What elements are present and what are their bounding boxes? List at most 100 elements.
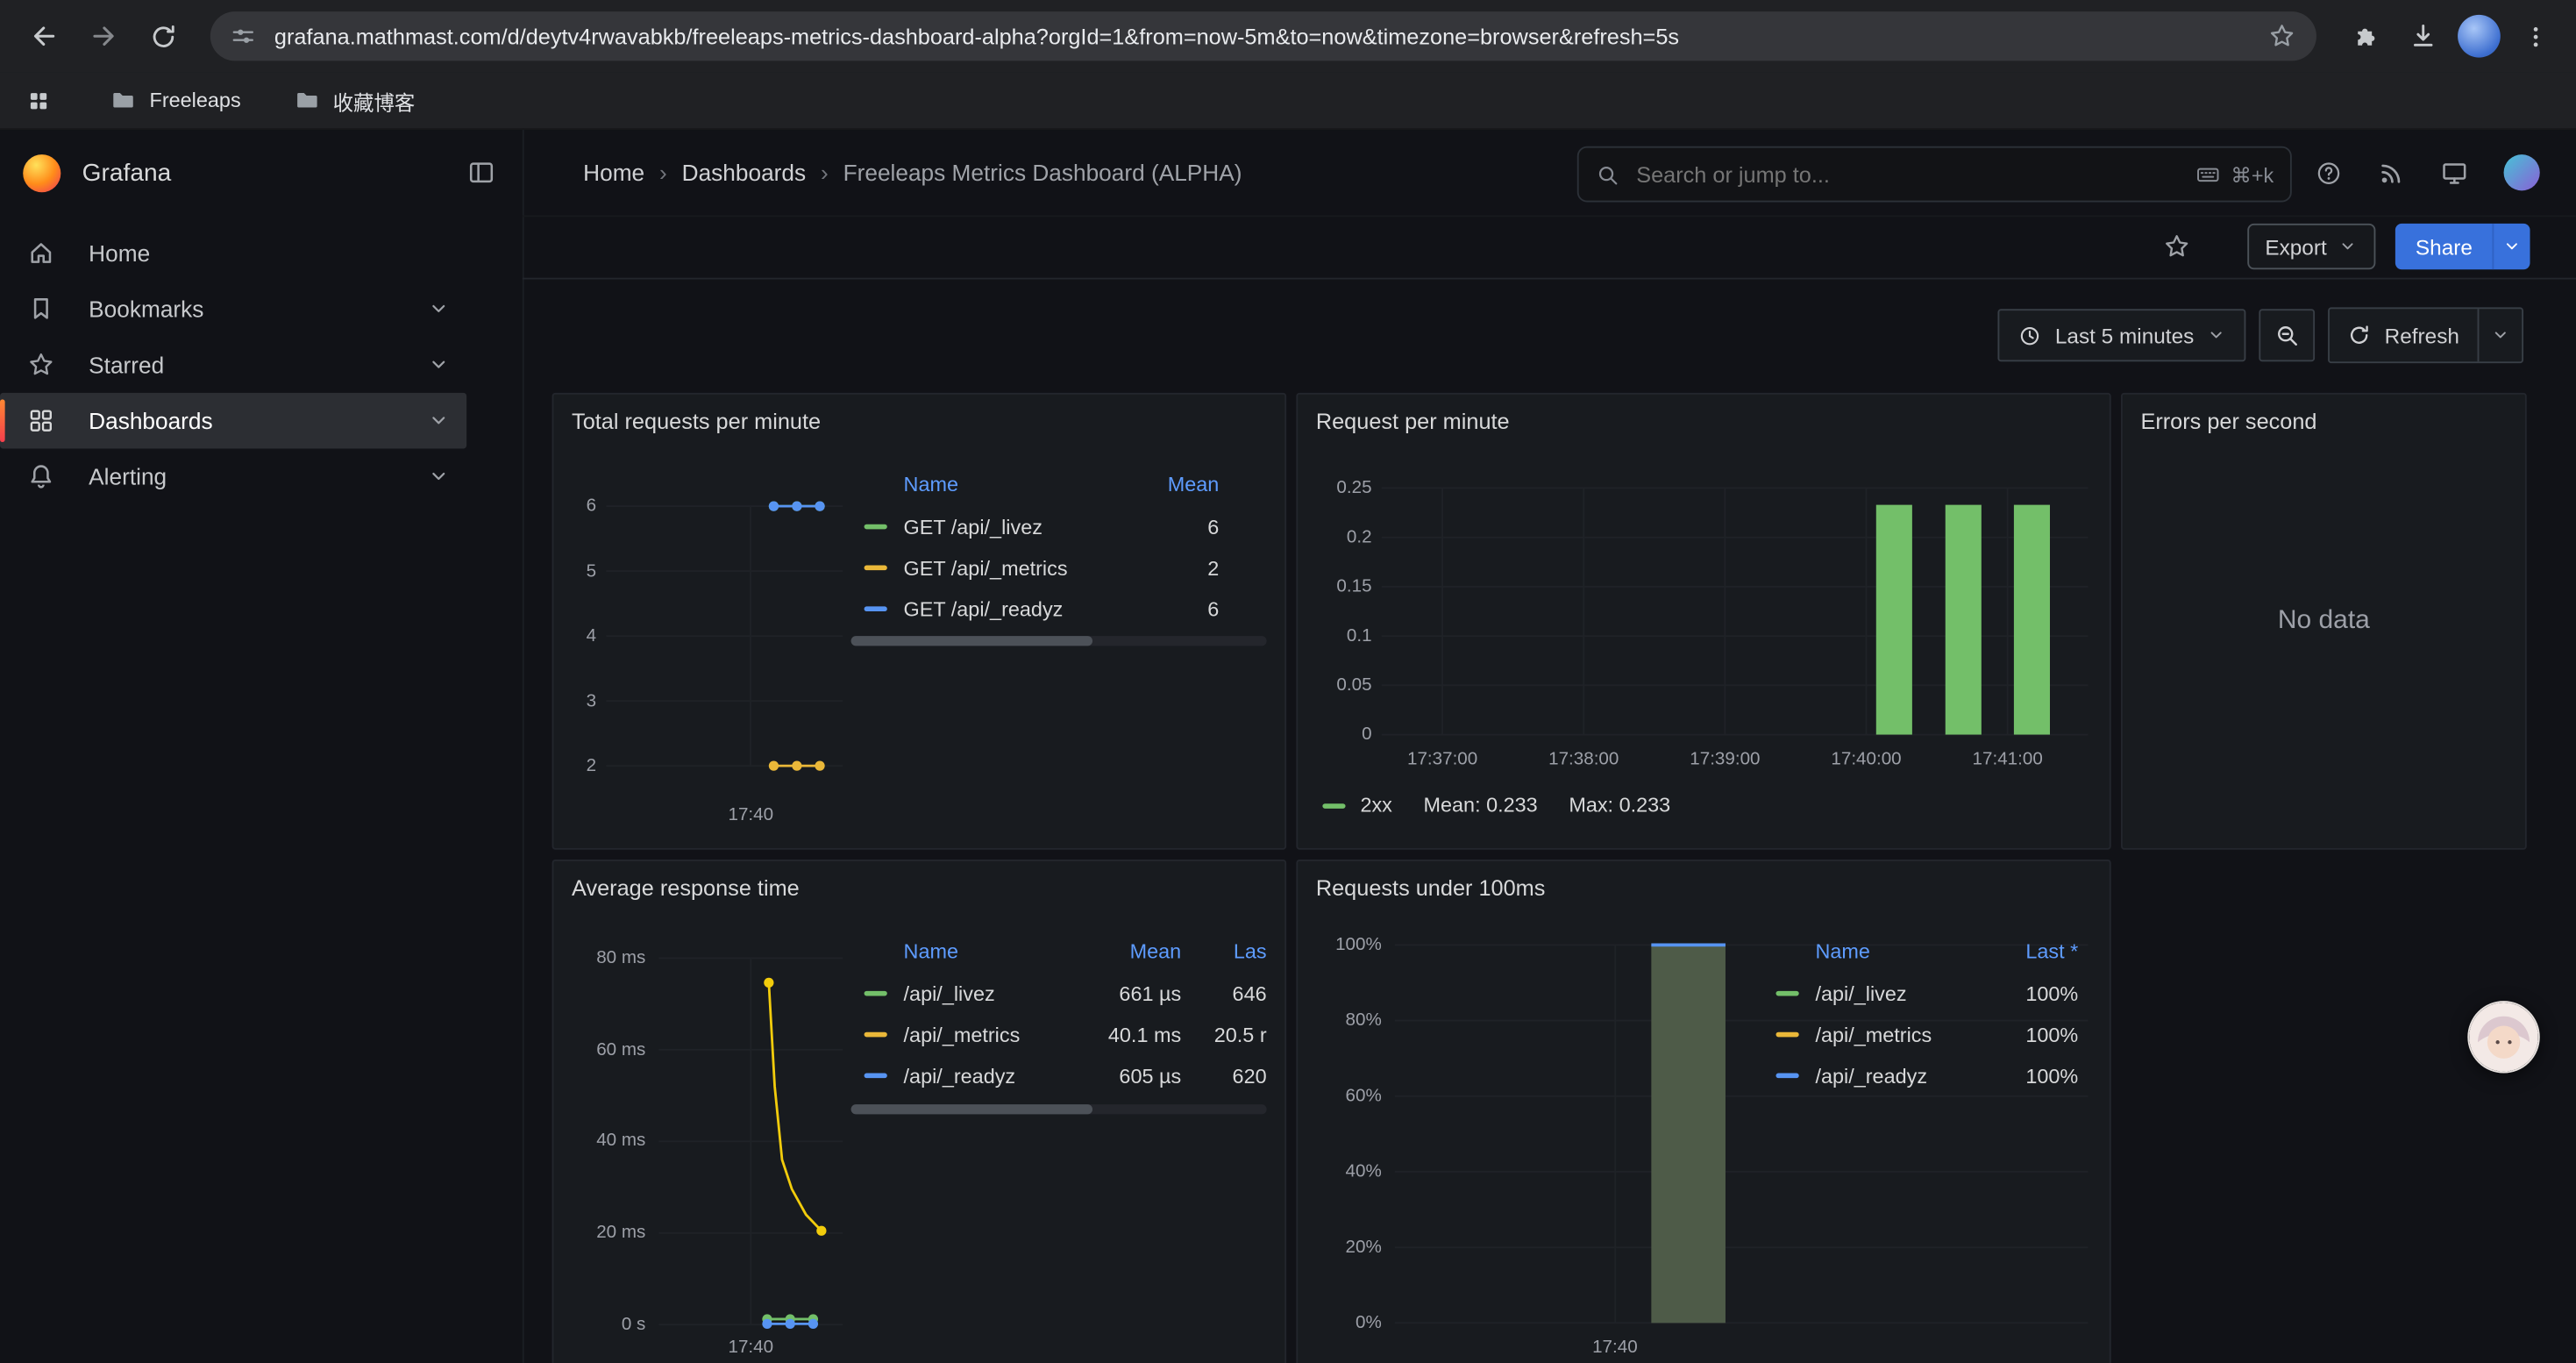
search-box[interactable]: ⌘+k [1577,146,2292,203]
grafana-logo[interactable] [23,153,60,191]
chevron-down-icon [2207,325,2226,345]
panel-title[interactable]: Total requests per minute [572,410,821,434]
browser-profile-avatar[interactable] [2458,15,2501,58]
legend-header-name[interactable]: Name [904,940,1096,963]
export-button[interactable]: Export [2247,224,2376,269]
sidebar-item-starred[interactable]: Starred [0,337,466,393]
legend-scrollbar[interactable] [851,1104,1267,1114]
chevron-down-icon [2338,237,2358,256]
y-axis-tick: 0 s [564,1315,646,1334]
breadcrumb-home[interactable]: Home [583,160,644,186]
address-bar[interactable] [210,11,2316,61]
folder-icon [110,87,137,113]
y-axis-tick: 40% [1307,1162,1381,1181]
legend-header-last[interactable]: Last * [1996,940,2079,963]
y-axis-tick: 4 [557,626,596,646]
apps-grid-icon[interactable] [19,82,55,118]
chevron-down-icon[interactable] [427,410,450,432]
search-input[interactable] [1633,161,2195,189]
series-name[interactable]: /api/_readyz [1815,1064,1996,1087]
legend-header-last[interactable]: Las [1181,940,1266,963]
home-icon [26,239,56,268]
series-name[interactable]: 2xx [1360,794,1391,817]
breadcrumb-dashboards[interactable]: Dashboards [682,160,806,186]
legend-row: /api/_metrics 40.1 ms 20.5 r [865,1014,1267,1055]
time-series-chart[interactable] [606,506,843,766]
chevron-down-icon[interactable] [427,353,450,376]
y-axis-tick: 0.2 [1306,527,1372,546]
back-button[interactable] [19,11,68,61]
site-settings-icon[interactable] [230,23,256,49]
reload-button[interactable] [138,11,187,61]
panel-title[interactable]: Request per minute [1316,410,1510,434]
bar-chart[interactable] [1382,488,2089,734]
sidebar-item-dashboards[interactable]: Dashboards [0,393,466,449]
series-name[interactable]: /api/_metrics [904,1023,1096,1045]
sidebar-item-label: Home [89,240,150,267]
time-range-picker[interactable]: Last 5 minutes [1997,309,2246,361]
series-name[interactable]: /api/_readyz [904,1064,1096,1087]
panel-average-response-time: Average response time 80 ms 60 ms 40 ms … [552,860,1287,1363]
bookmark-star-icon[interactable] [2267,21,2297,51]
y-axis-tick: 0.1 [1306,626,1372,646]
panel-title[interactable]: Requests under 100ms [1316,876,1546,901]
refresh-interval-dropdown[interactable] [2478,309,2523,361]
y-axis-tick: 20% [1307,1238,1381,1257]
brand-title: Grafana [82,159,464,187]
url-input[interactable] [271,22,2254,50]
legend-scrollbar[interactable] [851,636,1267,646]
downloads-icon[interactable] [2399,11,2448,61]
legend-header-name[interactable]: Name [904,474,1134,496]
sidebar-item-bookmarks[interactable]: Bookmarks [0,281,466,337]
user-avatar[interactable] [2504,154,2540,190]
legend-header-mean[interactable]: Mean [1134,474,1219,496]
y-axis-tick: 80% [1307,1010,1381,1030]
panel-title[interactable]: Average response time [572,876,800,901]
bookmark-label: Freeleaps [150,89,241,111]
favorite-star-icon[interactable] [2161,232,2191,261]
legend-header-name[interactable]: Name [1815,940,1996,963]
series-color-green [865,525,887,530]
dock-menu-icon[interactable] [463,154,499,190]
zoom-out-button[interactable] [2259,309,2316,361]
series-color-yellow [865,1032,887,1038]
extensions-icon[interactable] [2339,11,2388,61]
bookmark-folder-blogs[interactable]: 收藏博客 [283,78,424,123]
y-axis-tick: 100% [1307,935,1381,954]
series-name[interactable]: /api/_metrics [1815,1023,1996,1045]
y-axis-tick: 60 ms [564,1040,646,1060]
chevron-down-icon[interactable] [427,465,450,488]
chevron-down-icon[interactable] [427,297,450,320]
legend-row: /api/_livez 100% [1775,973,2078,1014]
share-label[interactable]: Share [2395,224,2492,269]
sidebar-item-home[interactable]: Home [0,225,466,282]
share-button[interactable]: Share [2395,224,2530,269]
share-dropdown-icon[interactable] [2492,224,2530,269]
series-mean: 605 µs [1096,1064,1181,1087]
bookmark-folder-freeleaps[interactable]: Freeleaps [100,81,251,120]
dashboard-actions-bar: Export Share [523,215,2576,279]
x-axis-tick: 17:40 [701,805,800,824]
series-mean: 40.1 ms [1096,1023,1181,1045]
refresh-button[interactable]: Refresh [2330,309,2478,361]
series-name[interactable]: GET /api/_metrics [904,556,1134,579]
legend-header-mean[interactable]: Mean [1096,940,1181,963]
grafana-app: Grafana Home Bookmarks Starred [0,130,2576,1363]
help-icon[interactable] [2315,159,2343,187]
series-color-blue [865,606,887,611]
bell-icon [26,462,56,492]
time-series-chart[interactable] [658,958,843,1324]
series-name[interactable]: /api/_livez [1815,982,1996,1005]
forward-button[interactable] [79,11,128,61]
monitor-icon[interactable] [2439,158,2469,188]
series-name[interactable]: GET /api/_livez [904,515,1134,538]
series-color-blue [865,1074,887,1079]
floating-assistant-avatar[interactable] [2467,1001,2539,1073]
sidebar-item-alerting[interactable]: Alerting [0,449,466,505]
news-rss-icon[interactable] [2377,159,2405,187]
sidebar-item-label: Dashboards [89,408,212,434]
series-name[interactable]: /api/_livez [904,982,1096,1005]
browser-menu-icon[interactable] [2510,11,2559,61]
y-axis-tick: 0.25 [1306,478,1372,497]
series-name[interactable]: GET /api/_readyz [904,597,1134,620]
